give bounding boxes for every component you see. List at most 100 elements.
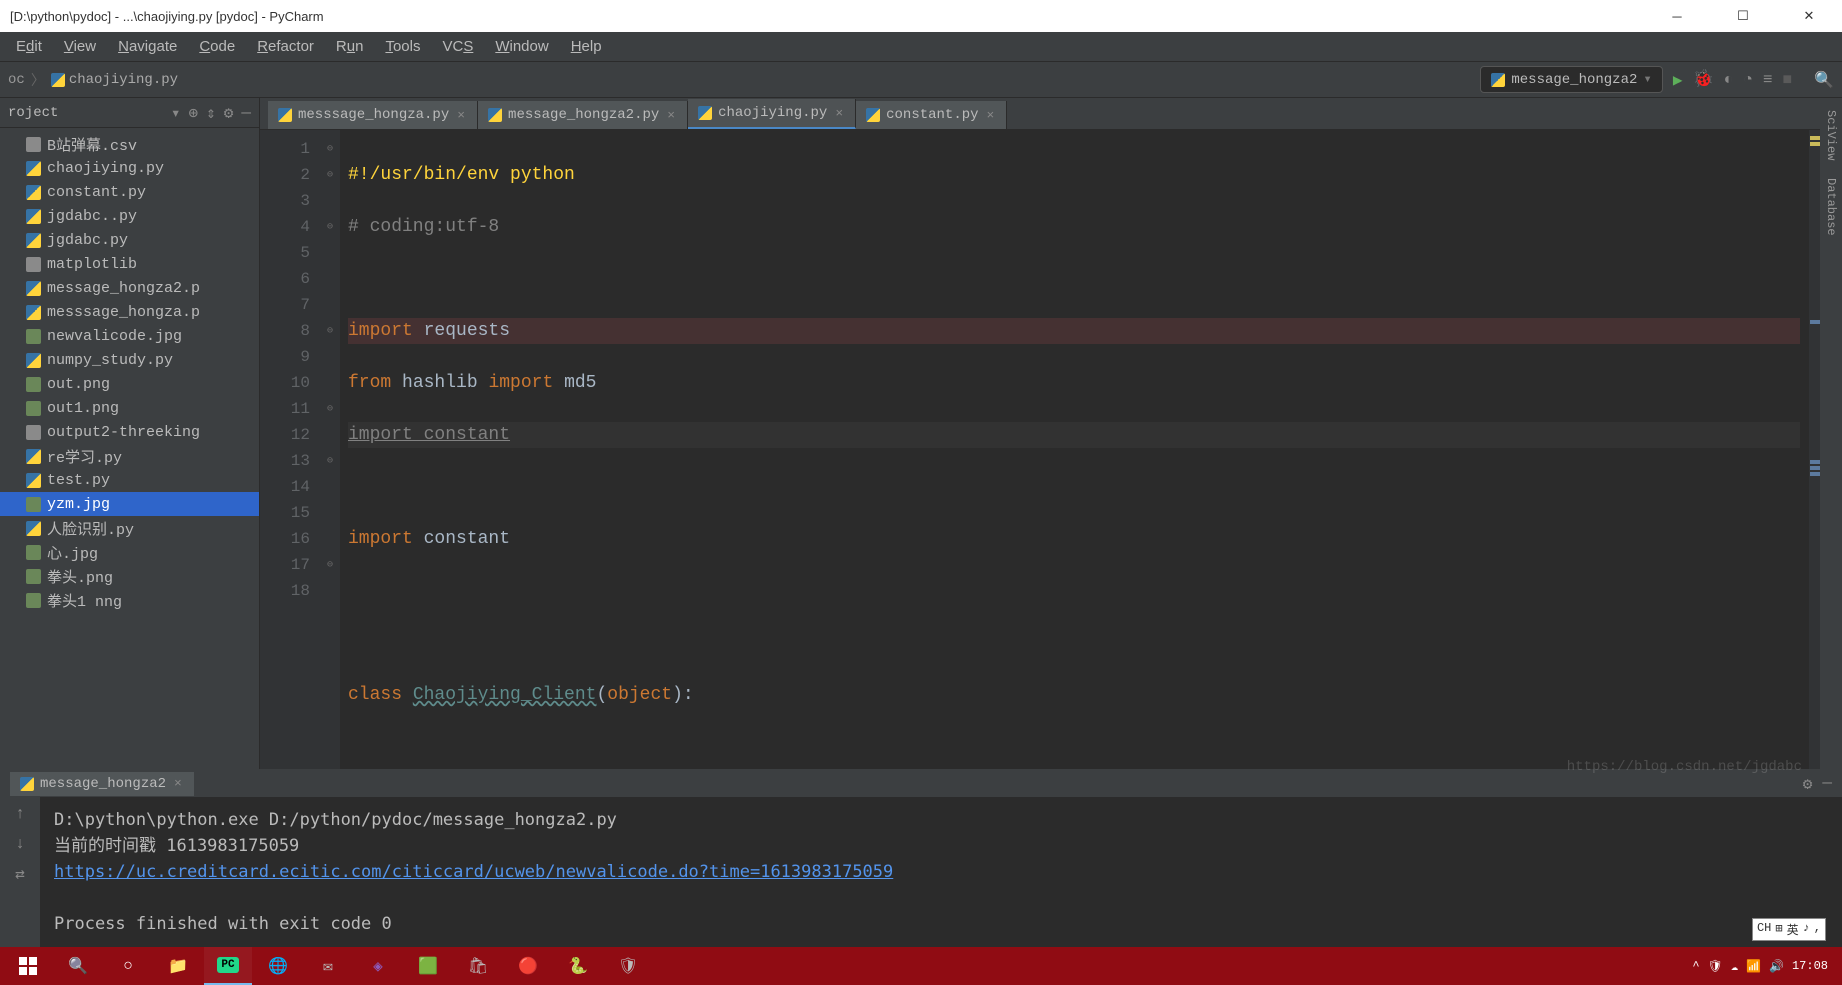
tree-item[interactable]: newvalicode.jpg xyxy=(0,324,259,348)
gutter-line[interactable]: 13 xyxy=(260,448,310,474)
menu-refactor[interactable]: Refactor xyxy=(247,34,324,59)
ime-indicator[interactable]: CH ⊞ 英 ♪ , xyxy=(1752,918,1826,941)
menu-edit[interactable]: Edit xyxy=(6,34,52,59)
tree-item[interactable]: yzm.jpg xyxy=(0,492,259,516)
editor-tab[interactable]: messsage_hongza.py× xyxy=(268,101,478,129)
search-button[interactable]: 🔍 xyxy=(54,947,102,985)
gutter-line[interactable]: 5 xyxy=(260,240,310,266)
menu-view[interactable]: View xyxy=(54,34,106,59)
editor-tab[interactable]: constant.py× xyxy=(856,101,1007,129)
gutter-line[interactable]: 18 xyxy=(260,578,310,604)
tray-chevron-icon[interactable]: ^ xyxy=(1692,959,1699,973)
gutter-line[interactable]: 12 xyxy=(260,422,310,448)
gutter-line[interactable]: 8 xyxy=(260,318,310,344)
fold-markers[interactable]: ⊖⊖ ⊖ ⊖ ⊖ ⊖ ⊖ xyxy=(320,130,340,769)
tray-icon[interactable]: ☁ xyxy=(1731,959,1738,974)
down-icon[interactable]: ↓ xyxy=(11,835,29,853)
profile-button[interactable]: ◔ xyxy=(1743,71,1753,89)
terminal-button[interactable]: 🐍 xyxy=(554,947,602,985)
debug-button[interactable]: 🐞 xyxy=(1692,69,1713,90)
gutter-line[interactable]: 6 xyxy=(260,266,310,292)
menu-help[interactable]: Help xyxy=(561,34,612,59)
minimize-button[interactable]: ─ xyxy=(1654,0,1700,32)
close-icon[interactable]: × xyxy=(985,108,997,123)
gutter-line[interactable]: 16 xyxy=(260,526,310,552)
gutter-line[interactable]: 14 xyxy=(260,474,310,500)
bc-file[interactable]: chaojiying.py xyxy=(51,72,178,88)
tree-item[interactable]: test.py xyxy=(0,468,259,492)
gutter-line[interactable]: 7 xyxy=(260,292,310,318)
menu-window[interactable]: Window xyxy=(485,34,558,59)
gutter-line[interactable]: 15 xyxy=(260,500,310,526)
gutter-line[interactable]: 9 xyxy=(260,344,310,370)
minimize-icon[interactable]: — xyxy=(1822,774,1832,794)
marker-strip[interactable] xyxy=(1808,130,1820,769)
start-button[interactable] xyxy=(4,947,52,985)
up-icon[interactable]: ↑ xyxy=(11,805,29,823)
close-button[interactable]: ✕ xyxy=(1786,0,1832,32)
database-tab[interactable]: Database xyxy=(1822,174,1840,240)
sciview-tab[interactable]: SciView xyxy=(1822,106,1840,164)
menu-tools[interactable]: Tools xyxy=(375,34,430,59)
console-link[interactable]: https://uc.creditcard.ecitic.com/citicca… xyxy=(54,862,893,882)
code-gutter[interactable]: 123456789101112131415161718 xyxy=(260,130,320,769)
search-button[interactable]: 🔍 xyxy=(1814,70,1834,90)
tray-icon[interactable]: 📶 xyxy=(1746,959,1761,974)
console-output[interactable]: D:\python\python.exe D:/python/pydoc/mes… xyxy=(40,797,1842,947)
tree-item[interactable]: numpy_study.py xyxy=(0,348,259,372)
gutter-line[interactable]: 3 xyxy=(260,188,310,214)
gutter-line[interactable]: 4 xyxy=(260,214,310,240)
close-icon[interactable]: × xyxy=(665,108,677,123)
coverage-button[interactable]: ◐ xyxy=(1724,71,1734,89)
marker-info[interactable] xyxy=(1810,472,1820,476)
maximize-button[interactable]: ☐ xyxy=(1720,0,1766,32)
tray-icon[interactable]: 🛡 xyxy=(1708,959,1723,974)
editor-tab[interactable]: message_hongza2.py× xyxy=(478,101,688,129)
tree-item[interactable]: output2-threeking xyxy=(0,420,259,444)
explorer-button[interactable]: 📁 xyxy=(154,947,202,985)
marker-warn[interactable] xyxy=(1810,136,1820,140)
gear-icon[interactable]: ⚙ xyxy=(1803,774,1813,794)
tree-item[interactable]: out1.png xyxy=(0,396,259,420)
tree-item[interactable]: 人脸识别.py xyxy=(0,516,259,540)
tree-item[interactable]: jgdabc.py xyxy=(0,228,259,252)
tree-item[interactable]: B站弹幕.csv xyxy=(0,132,259,156)
tree-item[interactable]: chaojiying.py xyxy=(0,156,259,180)
project-tree[interactable]: B站弹幕.csvchaojiying.pyconstant.pyjgdabc..… xyxy=(0,128,259,769)
edge-button[interactable]: 🌐 xyxy=(254,947,302,985)
marker-info[interactable] xyxy=(1810,320,1820,324)
close-icon[interactable]: × xyxy=(172,776,184,791)
gutter-line[interactable]: 10 xyxy=(260,370,310,396)
tree-item[interactable]: re学习.py xyxy=(0,444,259,468)
gutter-line[interactable]: 11 xyxy=(260,396,310,422)
cortana-button[interactable]: ○ xyxy=(104,947,152,985)
bc-root[interactable]: oc xyxy=(8,72,25,88)
attach-button[interactable]: ≡ xyxy=(1763,71,1773,89)
editor-tab[interactable]: chaojiying.py× xyxy=(688,99,856,129)
tree-item[interactable]: 拳头1 nng xyxy=(0,588,259,612)
gutter-line[interactable]: 17 xyxy=(260,552,310,578)
run-tab[interactable]: message_hongza2 × xyxy=(10,772,194,796)
run-button[interactable]: ▶ xyxy=(1673,70,1683,90)
gutter-line[interactable]: 2 xyxy=(260,162,310,188)
marker-info[interactable] xyxy=(1810,466,1820,470)
close-icon[interactable]: × xyxy=(455,108,467,123)
run-config-select[interactable]: message_hongza2 ▾ xyxy=(1480,66,1662,93)
tree-item[interactable]: out.png xyxy=(0,372,259,396)
mail-button[interactable]: ✉ xyxy=(304,947,352,985)
store-button[interactable]: 🛍 xyxy=(454,947,502,985)
close-icon[interactable]: × xyxy=(833,106,845,121)
tray-time[interactable]: 17:08 xyxy=(1792,959,1828,973)
menu-navigate[interactable]: Navigate xyxy=(108,34,187,59)
tree-item[interactable]: messsage_hongza.p xyxy=(0,300,259,324)
tree-item[interactable]: matplotlib xyxy=(0,252,259,276)
chevron-down-icon[interactable]: ▾ xyxy=(171,103,181,123)
menu-code[interactable]: Code xyxy=(189,34,245,59)
stop-button[interactable]: ■ xyxy=(1782,71,1792,89)
collapse-icon[interactable]: ⇕ xyxy=(206,103,216,123)
menu-vcs[interactable]: VCS xyxy=(432,34,483,59)
tree-item[interactable]: message_hongza2.p xyxy=(0,276,259,300)
wrap-icon[interactable]: ⇄ xyxy=(11,865,29,883)
code-content[interactable]: #!/usr/bin/env python # coding:utf-8 imp… xyxy=(340,130,1808,769)
pycharm-button[interactable]: PC xyxy=(204,947,252,985)
